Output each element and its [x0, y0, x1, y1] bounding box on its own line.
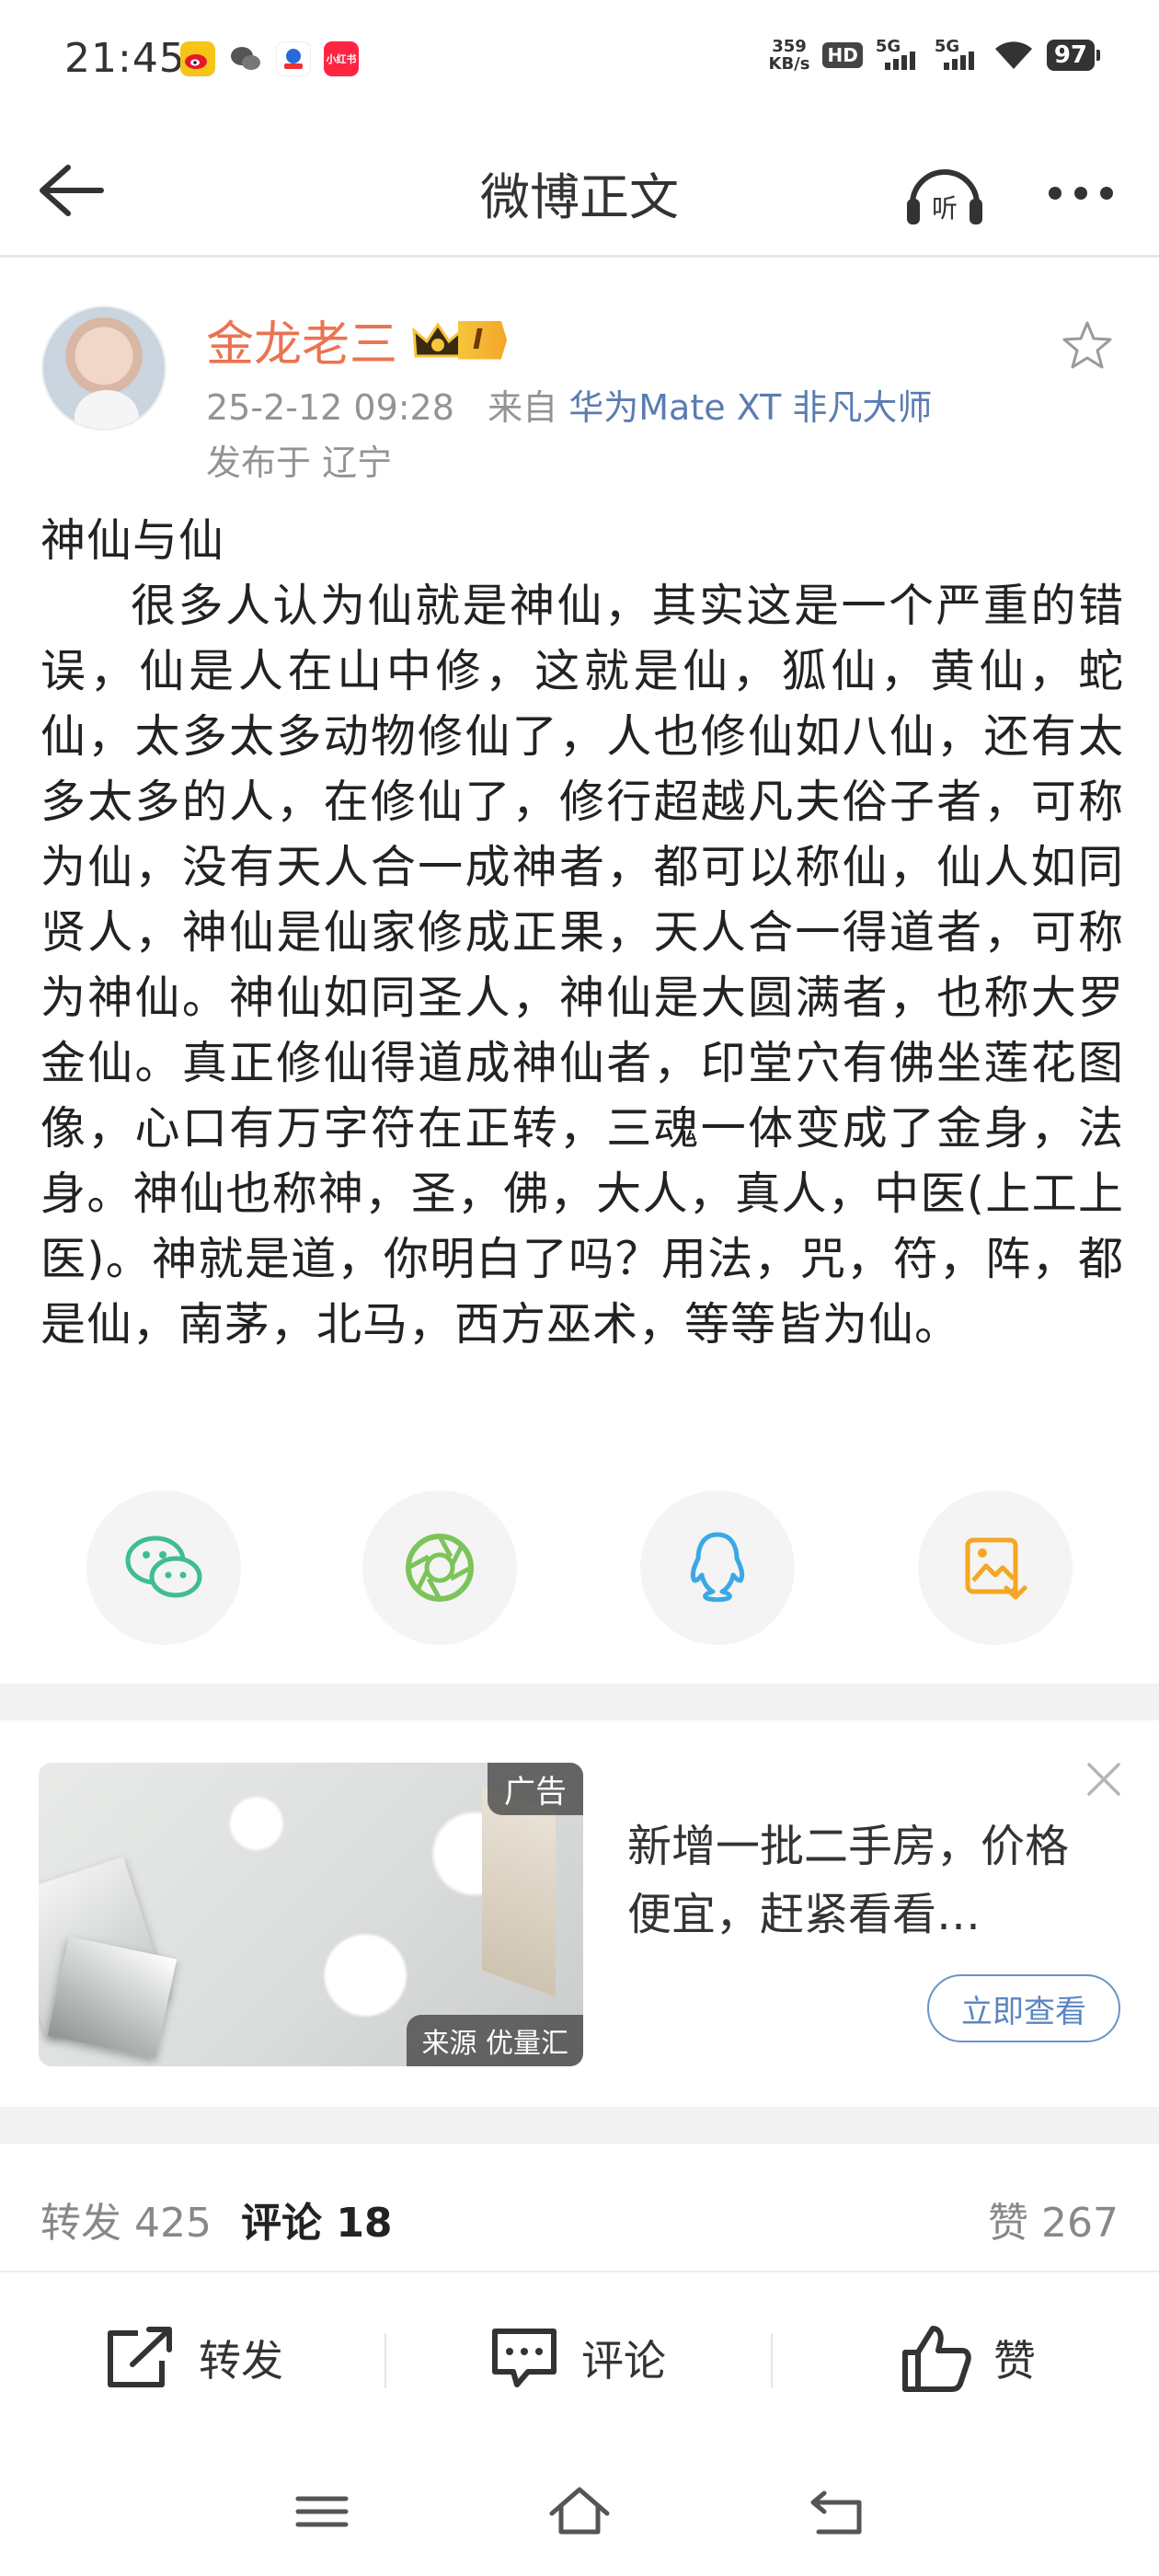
section-divider [0, 1684, 1159, 1720]
vip-badge[interactable]: I [410, 319, 508, 362]
save-image-icon [965, 1537, 1027, 1600]
comment-label: 评论 [581, 2336, 666, 2386]
author-name[interactable]: 金龙老三 [206, 305, 397, 374]
nav-bar: 微博正文 听 [0, 120, 1159, 258]
dot [1074, 187, 1087, 200]
wifi-icon [994, 41, 1032, 69]
source-device-link[interactable]: 华为Mate XT 非凡大师 [568, 387, 932, 428]
crown-icon [412, 321, 464, 357]
dot [1049, 187, 1061, 200]
share-wechat-button[interactable] [86, 1490, 241, 1645]
status-bar: 21:45 小红书 359 KB/s HD 5G 5G 97 [0, 0, 1159, 120]
ad-close-button[interactable] [1082, 1757, 1126, 1801]
ad-card[interactable]: 广告 来源 优量汇 新增一批二手房，价格便宜，赶紧看看… 立即查看 [0, 1720, 1159, 2107]
post-date: 25-2-12 09:28 [206, 387, 454, 428]
repost-button[interactable]: 转发 [101, 2317, 283, 2399]
moments-icon [406, 1534, 474, 1602]
favorite-button[interactable] [1060, 318, 1115, 374]
share-row [0, 1490, 1159, 1647]
signal-icon-2: 5G [935, 37, 981, 74]
status-time: 21:45 [64, 35, 186, 82]
comment-button[interactable]: 评论 [488, 2317, 666, 2399]
post-meta: 25-2-12 09:28 来自 华为Mate XT 非凡大师 [206, 379, 932, 430]
ad-title[interactable]: 新增一批二手房，价格便宜，赶紧看看… [627, 1812, 1087, 1949]
avatar[interactable] [41, 305, 166, 431]
svg-text:听: 听 [932, 193, 958, 224]
return-icon [810, 2490, 862, 2535]
action-bar: 转发 评论 赞 [0, 2272, 1159, 2438]
post-text: 很多人认为仙就是神仙，其实这是一个严重的错误，仙是人在山中修，这就是仙，狐仙，黄… [40, 580, 1124, 1351]
ad-tag: 广告 [488, 1763, 583, 1815]
app-icon [276, 41, 311, 76]
tab-repost-count[interactable]: 转发 425 [40, 2190, 212, 2248]
wechat-icon [125, 1535, 202, 1598]
listen-button[interactable]: 听 [903, 156, 986, 230]
xiaohongshu-icon: 小红书 [324, 41, 359, 76]
star-icon [1062, 321, 1112, 369]
divider [771, 2333, 773, 2388]
counts-row: 转发 425 评论 18 赞 267 [0, 2144, 1159, 2272]
tab-like-count[interactable]: 赞 267 [988, 2190, 1119, 2248]
ad-photo [47, 1936, 178, 2059]
ad-decoration [482, 1786, 556, 1997]
repost-icon [108, 2327, 172, 2387]
comment-icon [492, 2329, 557, 2387]
ad-source: 来源 优量汇 [407, 2015, 583, 2066]
signal-icon: 5G [876, 37, 922, 74]
vip-level: I [458, 320, 508, 360]
hd-voice-icon: HD [822, 42, 863, 68]
qq-icon [690, 1532, 745, 1603]
home-icon [549, 2487, 610, 2535]
dot [1100, 187, 1113, 200]
home-button[interactable] [543, 2475, 616, 2548]
thumbs-up-icon [902, 2326, 971, 2392]
post-location: 发布于 辽宁 [206, 443, 393, 483]
battery-indicator: 97 [1046, 40, 1101, 71]
source-prefix: 来自 [488, 387, 558, 428]
ad-image[interactable]: 广告 来源 优量汇 [39, 1763, 583, 2066]
section-divider [0, 2107, 1159, 2144]
post-body: 神仙与仙 很多人认为仙就是神仙，其实这是一个严重的错误，仙是人在山中修，这就是仙… [40, 508, 1124, 1357]
post-title: 神仙与仙 [40, 514, 225, 567]
system-indicators: 359 KB/s HD 5G 5G 97 [768, 37, 1101, 74]
back-system-button[interactable] [800, 2475, 874, 2548]
author-row: 金龙老三 I [206, 305, 508, 374]
system-navigation-bar [0, 2447, 1159, 2576]
tab-comment-count[interactable]: 评论 18 [241, 2190, 393, 2248]
share-moments-button[interactable] [362, 1490, 517, 1645]
menu-icon [295, 2496, 349, 2527]
repost-label: 转发 [199, 2336, 283, 2386]
notification-icons: 小红书 [180, 41, 359, 76]
like-label: 赞 [993, 2336, 1036, 2386]
headphones-icon: 听 [907, 169, 982, 224]
close-icon [1087, 1763, 1120, 1796]
network-speed: 359 KB/s [768, 37, 810, 74]
like-button[interactable]: 赞 [900, 2317, 1036, 2399]
share-qq-button[interactable] [640, 1490, 795, 1645]
save-image-button[interactable] [918, 1490, 1073, 1645]
ad-cta-button[interactable]: 立即查看 [927, 1974, 1120, 2042]
menu-button[interactable] [285, 2475, 359, 2548]
divider [384, 2333, 386, 2388]
more-button[interactable] [1049, 175, 1122, 212]
weibo-icon [180, 41, 215, 76]
wechat-icon [228, 41, 263, 76]
